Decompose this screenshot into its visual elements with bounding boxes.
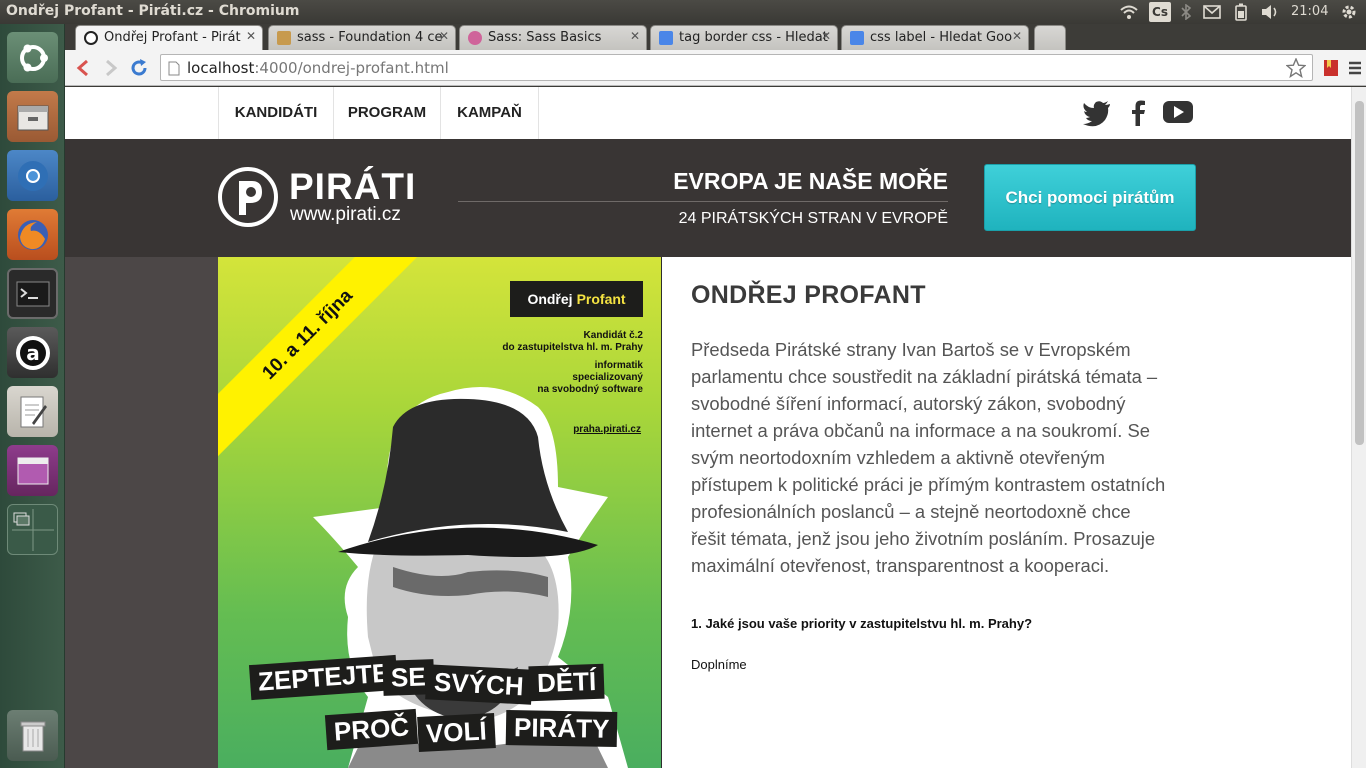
address-bar[interactable]: localhost:4000/ondrej-profant.html (160, 54, 1313, 81)
google-favicon-icon (659, 31, 673, 45)
pirate-favicon-icon (84, 31, 98, 45)
battery-icon[interactable] (1231, 2, 1251, 22)
candidate-content: ONDŘEJ PROFANT Předseda Pirátské strany … (691, 281, 1171, 672)
reload-button[interactable] (127, 56, 151, 80)
tab-label: sass - Foundation 4 ce (297, 30, 443, 45)
trash-icon[interactable] (7, 710, 58, 761)
question-answer: Doplníme (691, 657, 747, 672)
back-button[interactable] (71, 56, 95, 80)
logo-wordmark[interactable]: PIRÁTI (289, 167, 416, 207)
ubuntu-dash-icon[interactable] (7, 32, 58, 83)
new-tab-button[interactable] (1034, 25, 1066, 50)
logo-url: www.pirati.cz (290, 204, 401, 225)
keyboard-layout-indicator[interactable]: Cs (1149, 2, 1171, 22)
close-icon[interactable]: ✕ (246, 29, 256, 43)
url-path: :4000/ondrej-profant.html (254, 59, 449, 77)
workspace-switcher-icon[interactable] (7, 504, 58, 555)
candidate-name: ONDŘEJ PROFANT (691, 281, 926, 309)
files-icon[interactable] (7, 91, 58, 142)
poster-slogan-word: PIRÁTY (505, 710, 618, 747)
document-favicon-icon (277, 31, 291, 45)
forward-button[interactable] (99, 56, 123, 80)
menu-icon[interactable] (1343, 56, 1366, 80)
page-scrollbar[interactable] (1351, 87, 1366, 768)
poster-slogan-word: PROČ (324, 708, 419, 751)
amarok-icon[interactable]: a (7, 327, 58, 378)
terminal-icon[interactable] (7, 268, 58, 319)
candidate-photo (313, 387, 628, 768)
header-divider (458, 201, 948, 202)
window-title: Ondřej Profant - Piráti.cz - Chromium (6, 3, 300, 19)
browser-toolbar: localhost:4000/ondrej-profant.html (65, 50, 1366, 86)
session-gear-icon[interactable] (1338, 2, 1360, 22)
nav-program[interactable]: PROGRAM (334, 87, 441, 139)
poster-name-box: Ondřej Profant (510, 281, 643, 317)
web-page: KANDIDÁTI PROGRAM KAMPAŇ PIRÁTI www.pira… (65, 87, 1351, 768)
tab-ondrej-profant[interactable]: Ondřej Profant - Pirát ✕ (75, 25, 263, 51)
tab-tag-border-css[interactable]: tag border css - Hledat ✕ (650, 25, 838, 50)
header-slogan: EVROPA JE NAŠE MOŘE (673, 168, 948, 194)
help-pirates-button[interactable]: Chci pomoci pirátům (984, 164, 1196, 231)
nav-kampan[interactable]: KAMPAŇ (441, 87, 539, 139)
tab-label: Ondřej Profant - Pirát (104, 30, 241, 45)
close-icon[interactable]: ✕ (1012, 29, 1022, 43)
twitter-icon[interactable] (1082, 99, 1114, 127)
window-app-icon[interactable] (7, 445, 58, 496)
poster-slogan-word: SVÝCH (425, 664, 533, 705)
close-icon[interactable]: ✕ (630, 29, 640, 43)
sass-favicon-icon (468, 31, 482, 45)
header-subslogan: 24 PIRÁTSKÝCH STRAN V EVROPĚ (678, 210, 948, 227)
scrollbar-thumb[interactable] (1355, 101, 1364, 445)
svg-text:a: a (26, 341, 40, 365)
tab-label: Sass: Sass Basics (488, 30, 602, 45)
browser-tabstrip: Ondřej Profant - Pirát ✕ sass - Foundati… (65, 24, 1366, 51)
mail-icon[interactable] (1201, 2, 1223, 22)
ubuntu-top-panel: Ondřej Profant - Piráti.cz - Chromium Cs… (0, 0, 1366, 24)
page-icon (168, 61, 180, 80)
tab-sass-foundation[interactable]: sass - Foundation 4 ce ✕ (268, 25, 456, 50)
left-margin-band (65, 257, 218, 768)
poster-slogan-word: VOLÍ (417, 713, 496, 752)
bookmark-star-icon[interactable] (1285, 57, 1307, 82)
clock[interactable]: 21:04 (1291, 4, 1328, 19)
close-icon[interactable]: ✕ (821, 29, 831, 43)
bluetooth-icon[interactable] (1178, 2, 1194, 22)
close-icon[interactable]: ✕ (439, 29, 449, 43)
extension-bookmark-icon[interactable] (1319, 56, 1343, 80)
candidate-bio: Předseda Pirátské strany Ivan Bartoš se … (691, 339, 1166, 576)
google-favicon-icon (850, 31, 864, 45)
nav-kandidati[interactable]: KANDIDÁTI (219, 87, 334, 139)
site-navigation: KANDIDÁTI PROGRAM KAMPAŇ (65, 87, 1351, 139)
url-host: localhost (187, 59, 255, 77)
poster-candidate-line: Kandidát č.2 (583, 330, 643, 341)
site-header: PIRÁTI www.pirati.cz EVROPA JE NAŠE MOŘE… (65, 139, 1351, 257)
youtube-icon[interactable] (1162, 99, 1194, 127)
wifi-icon[interactable] (1118, 2, 1140, 22)
poster-last-name: Profant (576, 291, 626, 307)
question-heading: 1. Jaké jsou vaše priority v zastupitels… (691, 616, 1033, 631)
text-editor-icon[interactable] (7, 386, 58, 437)
firefox-icon[interactable] (7, 209, 58, 260)
tab-label: tag border css - Hledat (679, 30, 828, 45)
chromium-icon[interactable] (7, 150, 58, 201)
facebook-icon[interactable] (1127, 99, 1159, 127)
poster-divider (661, 257, 662, 768)
poster-first-name: Ondřej (527, 291, 573, 307)
tab-sass-basics[interactable]: Sass: Sass Basics ✕ (459, 25, 647, 50)
poster-slogan-word: DĚTÍ (528, 663, 605, 702)
candidate-poster: 10. a 11. října Ondřej Profant Kandidát č… (218, 257, 661, 768)
tab-label: css label - Hledat Goo (870, 30, 1013, 45)
poster-candidate-line: do zastupitelstva hl. m. Prahy (502, 342, 643, 353)
poster-candidate-info: Kandidát č.2 do zastupitelstva hl. m. Pr… (502, 330, 643, 354)
tab-css-label[interactable]: css label - Hledat Goo ✕ (841, 25, 1029, 50)
pirate-logo-icon[interactable] (218, 167, 278, 227)
volume-icon[interactable] (1258, 2, 1282, 22)
unity-launcher: a (0, 24, 65, 768)
